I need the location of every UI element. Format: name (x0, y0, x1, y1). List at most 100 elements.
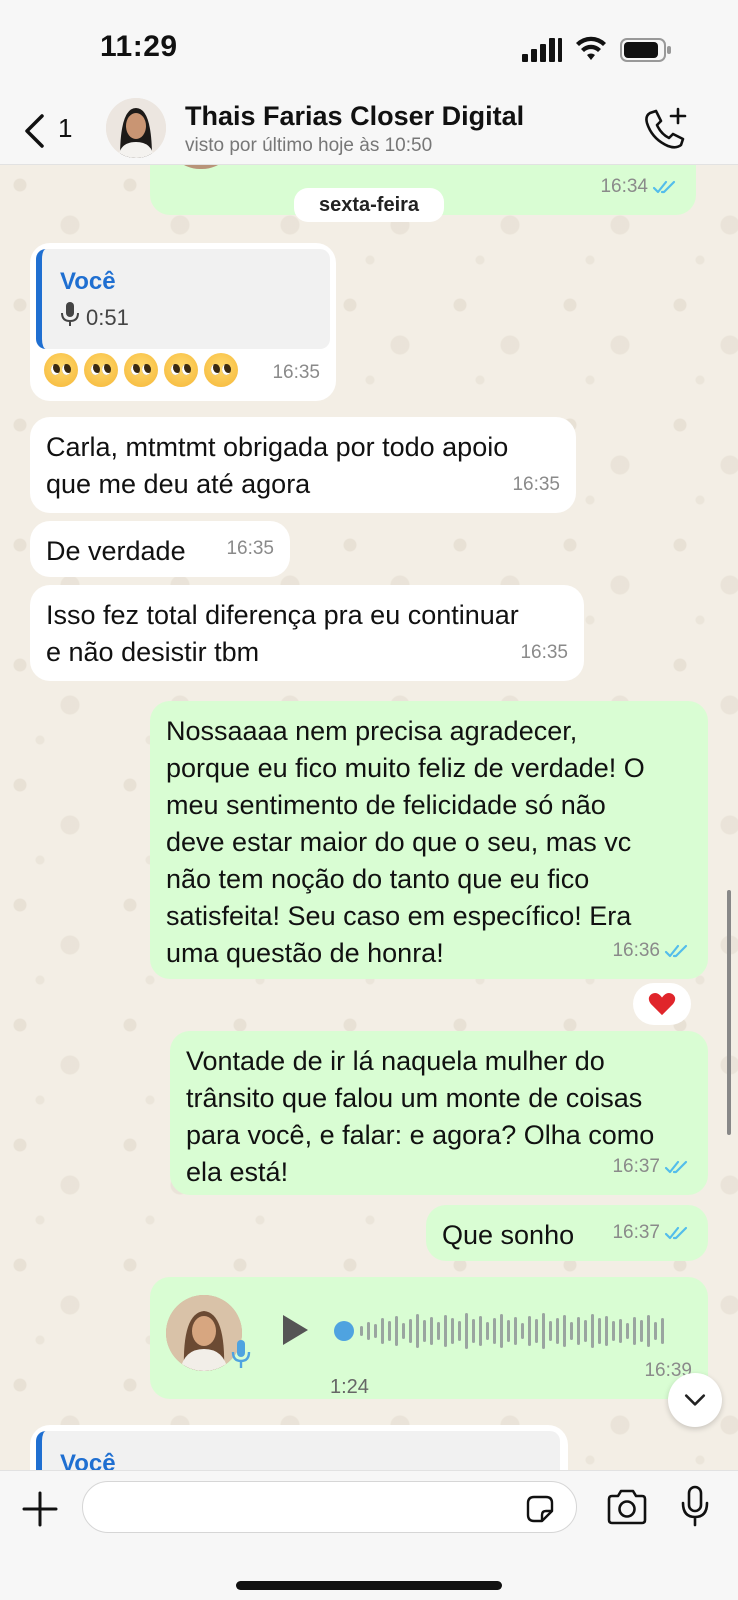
waveform-bar (381, 1318, 384, 1344)
last-seen-status: visto por último hoje às 10:50 (185, 135, 433, 156)
read-ticks-icon (652, 180, 676, 193)
waveform-bar (493, 1318, 496, 1344)
waveform-bar (444, 1315, 447, 1347)
waveform-bar (584, 1320, 587, 1342)
scrollbar[interactable] (727, 890, 731, 1135)
plus-icon[interactable] (22, 1491, 58, 1527)
add-call-icon[interactable] (642, 107, 690, 151)
message-time: 16:36 (612, 940, 660, 961)
sticker-icon[interactable] (524, 1493, 556, 1525)
message-time: 16:37 (612, 1156, 660, 1177)
mic-icon (61, 302, 79, 326)
message-meta: 16:37 (612, 1148, 692, 1185)
pleading-face-emoji (44, 353, 78, 387)
quoted-author: Você (60, 1450, 116, 1470)
waveform-bar (535, 1319, 538, 1343)
message-bubble-incoming[interactable]: Você (30, 1425, 568, 1470)
waveform-bar (500, 1314, 503, 1348)
waveform-bar (514, 1317, 517, 1345)
reaction-badge[interactable]: ❤️ (633, 983, 691, 1025)
waveform-bar (549, 1321, 552, 1341)
message-time: 16:35 (226, 538, 274, 559)
cellular-signal-icon (522, 38, 562, 62)
message-meta: 16:34 (600, 168, 680, 205)
play-icon[interactable] (280, 1313, 310, 1347)
voice-avatar-partial (166, 165, 236, 169)
message-bubble-incoming[interactable]: Isso fez total diferença pra eu continua… (30, 585, 584, 681)
waveform-bar (374, 1324, 377, 1338)
message-time: 16:35 (512, 474, 560, 495)
waveform-bar (465, 1313, 468, 1349)
message-meta: 16:35 (512, 466, 560, 503)
message-list[interactable]: 16:34 sexta-feira Você 0:51 🥺🥺🥺🥺🥺 16:35 (0, 165, 738, 1470)
waveform-bar (605, 1316, 608, 1346)
home-indicator (236, 1581, 502, 1590)
waveform-bar (458, 1321, 461, 1341)
waveform-bar (437, 1322, 440, 1340)
message-meta: 16:36 (612, 932, 692, 969)
message-bubble-outgoing[interactable]: Que sonho 16:37 (426, 1205, 708, 1261)
waveform-bar (647, 1315, 650, 1347)
waveform-bar (507, 1320, 510, 1342)
pleading-face-emoji (84, 353, 118, 387)
composer-bar (0, 1470, 738, 1600)
message-text-line: Vontade de ir lá naquela mulher do (186, 1046, 605, 1076)
message-bubble-outgoing[interactable]: Nossaaaa nem precisa agradecer, porque e… (150, 701, 708, 979)
message-bubble-incoming[interactable]: Você 0:51 🥺🥺🥺🥺🥺 16:35 (30, 243, 336, 401)
mic-icon[interactable] (680, 1485, 710, 1527)
message-bubble-incoming[interactable]: De verdade 16:35 (30, 521, 290, 577)
quoted-message[interactable]: Você (36, 1431, 560, 1470)
waveform-bar (423, 1320, 426, 1342)
message-text-line: trânsito que falou um monte de coisas (186, 1083, 643, 1113)
message-text-line: porque eu fico muito feliz de verdade! O (166, 753, 645, 783)
message-bubble-outgoing[interactable]: Vontade de ir lá naquela mulher do trâns… (170, 1031, 708, 1195)
voice-message-bubble[interactable]: 1:24 16:39 (150, 1277, 708, 1399)
message-text-line: Isso fez total diferença pra eu continua… (46, 600, 519, 630)
waveform-bar (626, 1323, 629, 1339)
back-icon[interactable] (22, 113, 46, 149)
message-time: 16:35 (272, 362, 320, 383)
unread-count[interactable]: 1 (58, 113, 72, 144)
quoted-message[interactable]: Você 0:51 (36, 249, 330, 349)
scroll-to-bottom-button[interactable] (668, 1373, 722, 1427)
waveform-bar (577, 1317, 580, 1345)
waveform-bar (479, 1316, 482, 1346)
waveform-bar (591, 1314, 594, 1348)
waveform-bar (556, 1318, 559, 1344)
waveform-bar (654, 1322, 657, 1340)
status-time: 11:29 (100, 30, 178, 63)
message-text-line: e não desistir tbm (46, 637, 260, 667)
message-text-line: satisfeita! Seu caso em específico! Era (166, 901, 632, 931)
battery-icon (620, 38, 671, 62)
contact-name[interactable]: Thais Farias Closer Digital (185, 101, 524, 132)
chat-header: 1 Thais Farias Closer Digital visto por … (0, 95, 738, 165)
waveform-bar (521, 1323, 524, 1339)
message-time: 16:35 (520, 642, 568, 663)
status-bar: 11:29 (0, 0, 738, 95)
waveform-bar (430, 1317, 433, 1345)
waveform-bar (542, 1313, 545, 1349)
message-time: 16:37 (612, 1222, 660, 1243)
waveform-bar (619, 1319, 622, 1343)
message-input[interactable] (82, 1481, 577, 1533)
audio-waveform[interactable] (334, 1309, 674, 1353)
message-text-line: que me deu até agora (46, 469, 311, 499)
message-meta: 16:35 (272, 354, 320, 391)
read-ticks-icon (664, 1226, 688, 1239)
message-bubble-incoming[interactable]: Carla, mtmtmt obrigada por todo apoio qu… (30, 417, 576, 513)
voice-duration: 1:24 (330, 1376, 369, 1398)
read-ticks-icon (664, 1160, 688, 1173)
playback-position-dot[interactable] (334, 1321, 354, 1341)
quoted-author: Você (60, 268, 116, 295)
contact-avatar[interactable] (106, 98, 166, 158)
pleading-face-emoji (164, 353, 198, 387)
message-text-line: Nossaaaa nem precisa agradecer, (166, 716, 578, 746)
waveform-bar (563, 1315, 566, 1347)
message-text-line: meu sentimento de felicidade só não (166, 790, 606, 820)
wifi-icon (576, 36, 606, 60)
message-text-line: Carla, mtmtmt obrigada por todo apoio (46, 432, 509, 462)
message-text-line: deve estar maior do que o seu, mas vc (166, 827, 632, 857)
message-meta: 16:37 (612, 1214, 692, 1251)
camera-icon[interactable] (606, 1489, 648, 1525)
waveform-bar (451, 1318, 454, 1344)
